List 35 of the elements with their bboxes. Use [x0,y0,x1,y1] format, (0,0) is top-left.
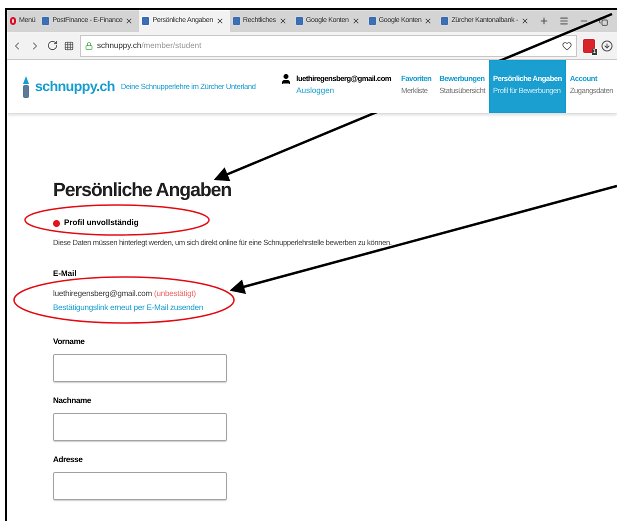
close-icon[interactable] [278,17,287,25]
user-icon [280,73,292,85]
text-input[interactable] [53,472,227,500]
favicon-icon [142,17,150,25]
text-input[interactable] [53,413,227,442]
favicon-icon [232,17,240,25]
favicon-icon [296,17,303,25]
close-icon[interactable] [521,17,529,25]
close-icon[interactable] [352,17,360,25]
heart-icon[interactable] [562,40,572,50]
close-icon[interactable] [424,17,432,25]
lock-icon [85,42,93,50]
mascot-logo-icon [21,74,31,100]
download-icon[interactable] [601,40,613,52]
field-label: Nachname [53,395,92,408]
new-tab-icon[interactable] [539,16,549,26]
restore-icon[interactable] [599,16,608,26]
close-icon[interactable] [125,17,134,25]
text-input[interactable] [53,354,227,382]
favicon-icon [42,17,50,25]
grid-icon[interactable] [64,40,74,50]
email-value: luethiregensberg@gmail.com (unbestätigt) [53,288,197,300]
field-label: Vorname [53,336,86,348]
close-icon[interactable] [216,17,224,25]
favicon-icon [441,17,448,25]
page-heading: Persönliche Angaben [53,179,232,203]
opera-logo-icon [10,17,16,25]
reload-icon[interactable] [47,40,58,51]
menu-icon[interactable] [559,16,569,26]
field-label: Adresse [53,454,84,466]
address-field[interactable]: schnuppy.ch/member/student [80,34,577,56]
email-label: E-Mail [53,268,78,280]
favicon-icon [368,17,376,25]
url-text: schnuppy.ch/member/student [97,40,202,52]
profile-status: Profil unvollständig [64,217,139,229]
